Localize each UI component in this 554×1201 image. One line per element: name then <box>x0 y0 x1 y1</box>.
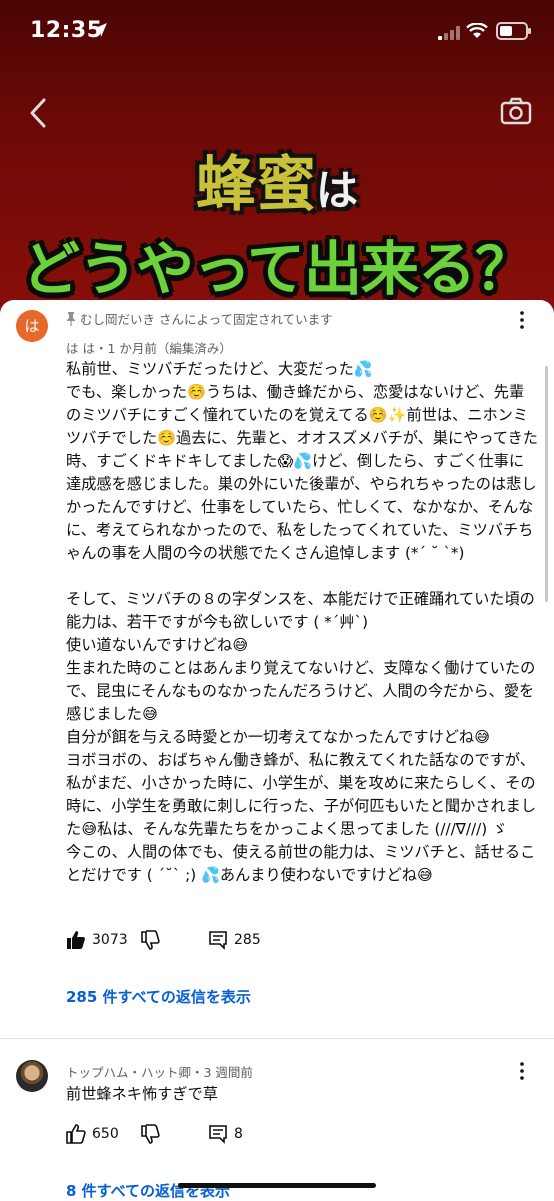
avatar[interactable]: は <box>16 310 48 342</box>
pinned-label: むし岡だいき さんによって固定されています <box>66 309 333 328</box>
thumbs-up-icon <box>66 1124 86 1144</box>
comment-paragraph: 使い道ないんですけどね😅 <box>66 636 249 654</box>
scrollbar[interactable] <box>545 366 548 602</box>
comment-paragraph: でも、楽しかった☺️うちは、働き蜂だから、恋愛はないけど、先輩のミツバチにすごく… <box>66 383 538 562</box>
reply-button[interactable]: 285 <box>208 930 261 950</box>
pinned-text: むし岡だいき さんによって固定されています <box>80 312 333 327</box>
dislike-button[interactable] <box>140 1124 160 1144</box>
divider <box>0 1038 554 1039</box>
comment-body: 私前世、ミツバチだったけど、大変だった💦 でも、楽しかった☺️うちは、働き蜂だか… <box>66 358 538 887</box>
avatar[interactable] <box>16 1060 48 1092</box>
more-options-icon[interactable] <box>514 310 530 330</box>
comment-paragraph: 私前世、ミツバチだったけど、大変だった💦 <box>66 360 373 378</box>
comment-paragraph: そして、ミツバチの８の字ダンスを、本能だけで正確踊れていた頃の能力は、若干ですが… <box>66 590 535 631</box>
title-line2-text: どうやって出来る？ <box>21 235 533 303</box>
like-button[interactable]: 650 <box>66 1124 119 1144</box>
comment-paragraph: 自分が餌を与える時愛とか一切考えてなかったんですけどね😅 <box>66 728 490 746</box>
comment-icon <box>209 1125 227 1144</box>
home-indicator[interactable] <box>178 1183 376 1188</box>
reply-button[interactable]: 8 <box>208 1124 243 1144</box>
camera-icon[interactable] <box>500 96 532 126</box>
comment-icon <box>209 931 227 950</box>
view-replies-link[interactable]: 285 件すべての返信を表示 <box>66 986 251 1007</box>
video-title-line1: 蜂蜜は <box>0 136 554 223</box>
comment-paragraph: ヨボヨボの、おばちゃん働き蜂が、私に教えてくれた話なのですが、私がまだ、小さかっ… <box>66 751 537 838</box>
reply-count: 285 <box>234 932 261 948</box>
thumbs-down-icon <box>141 930 160 950</box>
like-count: 3073 <box>92 932 128 948</box>
comment-author-meta[interactable]: トップハム・ハット卿・3 週間前 <box>66 1062 253 1081</box>
pin-icon <box>67 312 75 326</box>
video-title-line2: どうやって出来る？ <box>0 222 554 306</box>
reply-count: 8 <box>234 1126 243 1142</box>
more-options-icon[interactable] <box>514 1061 530 1081</box>
thumbs-down-icon <box>141 1124 160 1144</box>
wifi-icon <box>466 23 488 38</box>
cellular-signal-icon <box>438 26 460 40</box>
video-player[interactable]: 12:35 蜂蜜は どうやって出来る？ <box>0 0 554 320</box>
status-bar: 12:35 <box>0 0 554 66</box>
battery-icon <box>496 22 531 40</box>
comment-body: 前世蜂ネキ怖すぎで草 <box>66 1085 218 1103</box>
thumbs-up-filled-icon <box>67 931 85 949</box>
comment-paragraph: 生まれた時のことはあんまり覚えてないけど、支障なく働けていたので、昆虫にそんなも… <box>66 659 536 723</box>
like-count: 650 <box>92 1126 119 1142</box>
comment-paragraph-blank <box>66 565 538 588</box>
title-particle-text: は <box>315 166 358 215</box>
location-arrow-icon <box>93 23 107 37</box>
back-arrow-icon[interactable] <box>24 96 54 130</box>
dislike-button[interactable] <box>140 930 160 950</box>
comment-author-meta[interactable]: は は・1 か月前（編集済み） <box>66 338 232 357</box>
comment-paragraph: 今この、人間の体でも、使える前世の能力は、ミツバチと、話せることだけです ( ´… <box>66 843 536 884</box>
like-button[interactable]: 3073 <box>66 930 128 950</box>
title-main-text: 蜂蜜 <box>195 150 316 220</box>
